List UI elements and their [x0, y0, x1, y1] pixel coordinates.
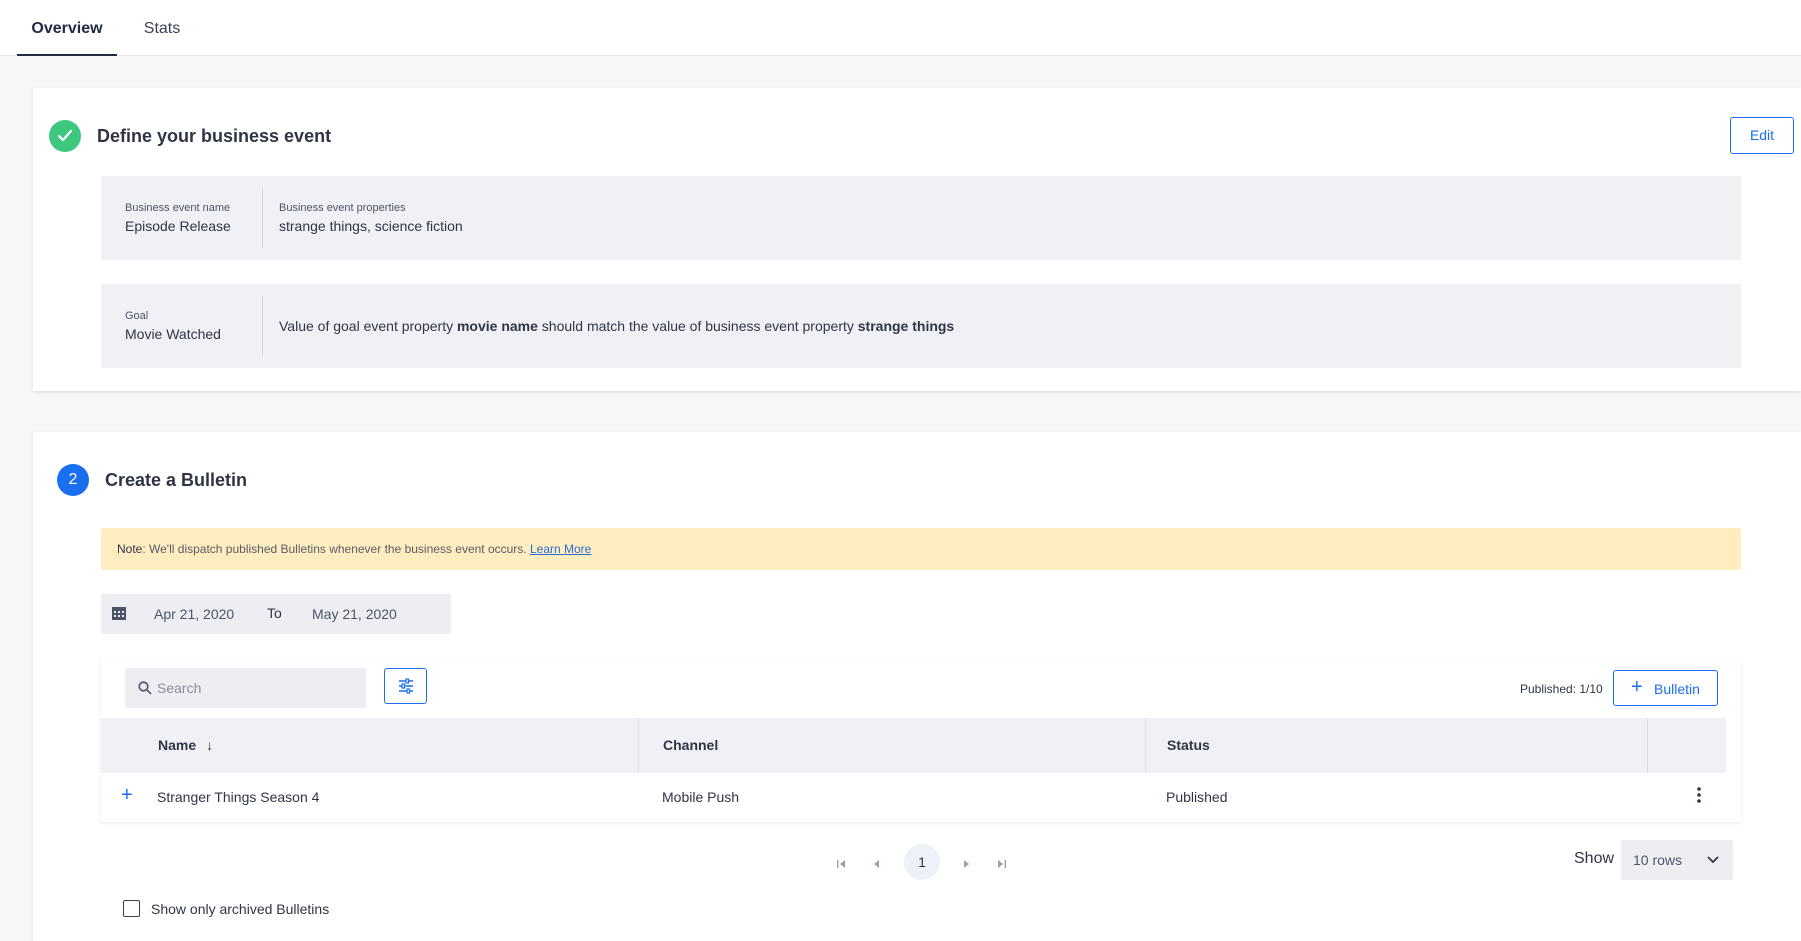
chevron-down-icon — [1707, 856, 1719, 864]
table-header: Name ↓ Channel Status — [101, 718, 1726, 773]
row-name: Stranger Things Season 4 — [157, 789, 320, 805]
note-banner: Note: We'll dispatch published Bulletins… — [101, 528, 1741, 570]
date-to-label: To — [267, 605, 282, 621]
column-header-status: Status — [1167, 737, 1210, 753]
sort-down-icon[interactable]: ↓ — [206, 737, 213, 753]
goal-description: Value of goal event property movie name … — [279, 318, 955, 334]
business-event-info: Business event name Episode Release Busi… — [101, 176, 1741, 260]
filter-button[interactable] — [384, 668, 427, 704]
column-header-name[interactable]: Name ↓ — [158, 718, 213, 773]
rows-per-page-select[interactable]: 10 rows — [1621, 840, 1733, 880]
kebab-menu-icon[interactable] — [1697, 787, 1701, 803]
archived-label: Show only archived Bulletins — [151, 901, 330, 917]
goal-info: Goal Movie Watched Value of goal event p… — [101, 284, 1741, 368]
divider — [262, 296, 263, 356]
table-row[interactable]: + Stranger Things Season 4 Mobile Push P… — [101, 773, 1726, 822]
tab-stats[interactable]: Stats — [132, 0, 192, 56]
search-icon — [138, 681, 152, 695]
show-rows-label: Show — [1574, 850, 1615, 867]
goal-value: Movie Watched — [125, 326, 221, 342]
date-from[interactable]: Apr 21, 2020 — [154, 606, 234, 622]
column-header-channel: Channel — [663, 737, 719, 753]
search-input[interactable] — [157, 668, 357, 708]
completed-check-icon — [49, 120, 81, 152]
bulletin-button-label: Bulletin — [1654, 681, 1700, 697]
next-page-icon[interactable] — [961, 859, 971, 869]
published-count: Published: 1/10 — [1520, 682, 1603, 696]
tab-bar: Overview Stats — [0, 0, 1801, 56]
row-status: Published — [1166, 789, 1228, 805]
add-bulletin-button[interactable]: + Bulletin — [1613, 670, 1718, 706]
archived-checkbox[interactable] — [123, 900, 140, 917]
plus-icon: + — [1631, 676, 1643, 698]
filter-sliders-icon — [399, 678, 413, 694]
first-page-icon[interactable] — [836, 859, 846, 869]
date-range-picker[interactable]: Apr 21, 2020 To May 21, 2020 — [101, 594, 451, 634]
divider — [262, 188, 263, 248]
event-name-value: Episode Release — [125, 218, 231, 234]
rows-per-page-value: 10 rows — [1633, 852, 1683, 868]
event-name-label: Business event name — [125, 202, 231, 214]
previous-page-icon[interactable] — [872, 859, 882, 869]
create-bulletin-card: 2 Create a Bulletin Note: We'll dispatch… — [33, 432, 1801, 941]
step1-title: Define your business event — [97, 126, 332, 146]
step2-title: Create a Bulletin — [105, 470, 248, 490]
date-to[interactable]: May 21, 2020 — [312, 606, 397, 622]
event-props-value: strange things, science fiction — [279, 218, 463, 234]
page-number[interactable]: 1 — [904, 844, 940, 880]
calendar-icon — [112, 607, 126, 620]
learn-more-link[interactable]: Learn More — [530, 542, 591, 556]
edit-button[interactable]: Edit — [1730, 117, 1794, 154]
search-box — [125, 668, 366, 708]
goal-label: Goal — [125, 310, 149, 322]
last-page-icon[interactable] — [997, 859, 1007, 869]
define-business-event-card: Define your business event Edit Business… — [33, 88, 1801, 391]
expand-row-icon[interactable]: + — [121, 783, 133, 807]
step-number-badge: 2 — [57, 464, 89, 496]
tab-overview[interactable]: Overview — [17, 0, 117, 56]
row-channel: Mobile Push — [662, 789, 740, 805]
event-props-label: Business event properties — [279, 202, 406, 214]
bulletin-table: Published: 1/10 + Bulletin Name↓ Channel… — [101, 658, 1741, 822]
